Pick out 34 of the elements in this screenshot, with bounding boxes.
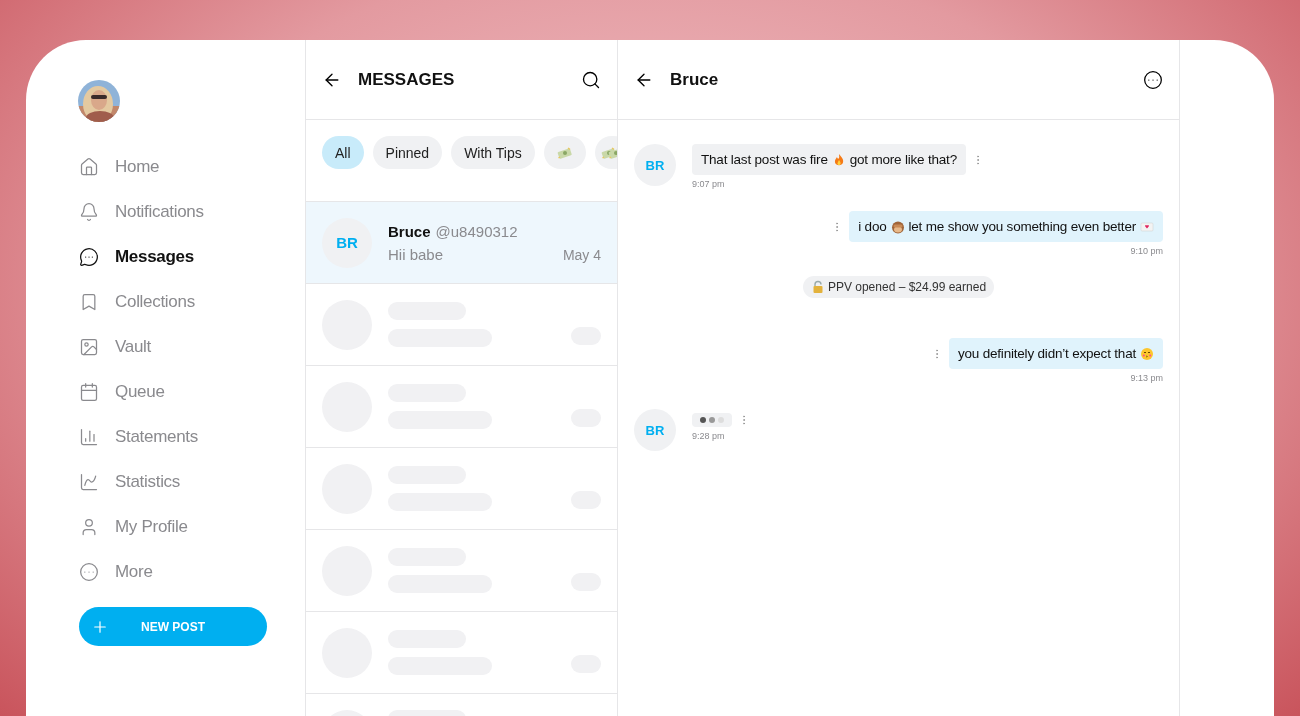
message-text: got more like that?: [849, 152, 957, 167]
avatar: BR: [634, 144, 676, 186]
nav-item[interactable]: Statistics: [79, 459, 305, 504]
message-time: 9:07 pm: [692, 179, 725, 189]
filter-chip[interactable]: All: [322, 136, 364, 169]
new-post-button[interactable]: NEW POST: [79, 607, 267, 646]
message-time: 9:10 pm: [1130, 246, 1163, 256]
message-text: i doo: [858, 219, 887, 234]
nav-item[interactable]: Queue: [79, 369, 305, 414]
message-text: you definitely didn’t expect that: [957, 346, 1136, 361]
message-date: May 4: [562, 246, 601, 263]
conversation-item[interactable]: BR Bruce @u8490312 Hii babe May 4: [306, 202, 617, 284]
contact-handle: @u8490312: [435, 222, 518, 240]
message-text: let me show you something even better: [908, 219, 1136, 234]
message-text: That last post was fire: [701, 152, 828, 167]
nav-item[interactable]: Notifications: [79, 189, 305, 234]
message-time: 9:13 pm: [1130, 373, 1163, 383]
avatar: BR: [322, 217, 372, 268]
nav-item[interactable]: Statements: [79, 414, 305, 459]
message-time: 9:28 pm: [692, 431, 725, 441]
nav-item[interactable]: Messages: [79, 234, 305, 279]
nav-item[interactable]: Home: [79, 144, 305, 189]
message-text: PPV opened – $24.99 earned: [827, 280, 987, 294]
contact-name: Bruce: [388, 222, 431, 240]
panel-title: MESSAGES: [358, 69, 456, 90]
nav-item[interactable]: Vault: [79, 324, 305, 369]
nav-item[interactable]: Collections: [79, 279, 305, 324]
filter-chip[interactable]: Pinned: [372, 136, 443, 169]
nav-item[interactable]: More: [79, 549, 305, 594]
nav-item[interactable]: My Profile: [79, 504, 305, 549]
filter-chip[interactable]: With Tips: [451, 136, 535, 169]
chat-title: Bruce: [670, 69, 720, 90]
avatar: BR: [634, 409, 676, 451]
message-preview: Hii babe: [388, 245, 444, 263]
